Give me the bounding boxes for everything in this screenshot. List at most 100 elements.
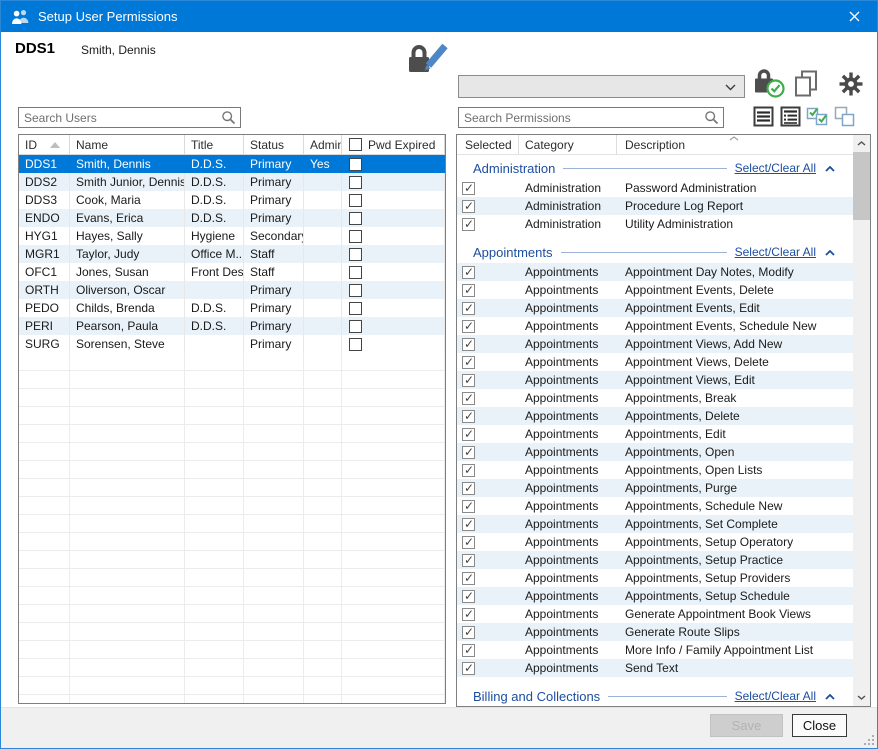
pwd-expired-checkbox[interactable]: [349, 176, 362, 189]
column-header-status[interactable]: Status: [244, 135, 304, 155]
permission-checkbox[interactable]: [462, 374, 475, 387]
permission-row[interactable]: AppointmentsAppointments, Setup Practice: [457, 551, 853, 569]
permission-checkbox[interactable]: [462, 266, 475, 279]
permission-checkbox[interactable]: [462, 482, 475, 495]
permission-row[interactable]: AppointmentsAppointments, Delete: [457, 407, 853, 425]
permission-checkbox[interactable]: [462, 338, 475, 351]
gear-icon[interactable]: [839, 72, 863, 96]
collapse-group-icon[interactable]: [825, 694, 835, 700]
permission-row[interactable]: AppointmentsAppointment Views, Delete: [457, 353, 853, 371]
pwd-expired-checkbox[interactable]: [349, 230, 362, 243]
permission-checkbox[interactable]: [462, 518, 475, 531]
scroll-down-icon[interactable]: [853, 689, 870, 706]
resize-grip[interactable]: [864, 735, 874, 745]
user-row[interactable]: DDS2Smith Junior, DennisD.D.S.Primary: [19, 173, 445, 191]
column-header-admin[interactable]: Admin: [304, 135, 342, 155]
permission-row[interactable]: AppointmentsAppointments, Purge: [457, 479, 853, 497]
save-button[interactable]: Save: [710, 714, 783, 737]
permission-row[interactable]: AppointmentsAppointment Events, Schedule…: [457, 317, 853, 335]
column-header-title[interactable]: Title: [185, 135, 244, 155]
close-icon[interactable]: [831, 1, 877, 32]
permission-checkbox[interactable]: [462, 428, 475, 441]
collapse-group-icon[interactable]: [825, 250, 835, 256]
permission-row[interactable]: AppointmentsAppointment Views, Edit: [457, 371, 853, 389]
permission-row[interactable]: AppointmentsMore Info / Family Appointme…: [457, 641, 853, 659]
permission-checkbox[interactable]: [462, 392, 475, 405]
collapse-group-icon[interactable]: [825, 166, 835, 172]
pwd-expired-checkbox[interactable]: [349, 338, 362, 351]
permission-checkbox[interactable]: [462, 662, 475, 675]
pwd-expired-checkbox[interactable]: [349, 158, 362, 171]
pwd-expired-checkbox[interactable]: [349, 284, 362, 297]
column-header-category[interactable]: Category: [519, 135, 617, 155]
permission-row[interactable]: AppointmentsAppointments, Setup Provider…: [457, 569, 853, 587]
permission-checkbox[interactable]: [462, 572, 475, 585]
permission-checkbox[interactable]: [462, 410, 475, 423]
vertical-scrollbar[interactable]: [853, 135, 870, 706]
user-row[interactable]: PEDOChilds, BrendaD.D.S.Primary: [19, 299, 445, 317]
permission-row[interactable]: AppointmentsAppointments, Break: [457, 389, 853, 407]
permission-row[interactable]: AppointmentsAppointments, Open: [457, 443, 853, 461]
permission-checkbox[interactable]: [462, 644, 475, 657]
permission-checkbox[interactable]: [462, 302, 475, 315]
user-row[interactable]: DDS1Smith, DennisD.D.S.PrimaryYes: [19, 155, 445, 173]
pwd-expired-checkbox[interactable]: [349, 212, 362, 225]
close-button[interactable]: Close: [792, 714, 847, 737]
expand-groups-icon[interactable]: [780, 106, 801, 127]
permission-row[interactable]: AppointmentsGenerate Appointment Book Vi…: [457, 605, 853, 623]
select-clear-all-link[interactable]: Select/Clear All: [735, 245, 816, 259]
user-row[interactable]: MGR1Taylor, JudyOffice M...Staff: [19, 245, 445, 263]
permission-checkbox[interactable]: [462, 446, 475, 459]
permission-checkbox[interactable]: [462, 182, 475, 195]
lock-verified-icon[interactable]: [752, 66, 785, 98]
permission-row[interactable]: AppointmentsAppointment Events, Delete: [457, 281, 853, 299]
permission-row[interactable]: AdministrationPassword Administration: [457, 179, 853, 197]
permission-checkbox[interactable]: [462, 218, 475, 231]
permission-checkbox[interactable]: [462, 626, 475, 639]
permission-checkbox[interactable]: [462, 200, 475, 213]
permission-row[interactable]: AppointmentsAppointments, Setup Operator…: [457, 533, 853, 551]
pwd-expired-checkbox[interactable]: [349, 320, 362, 333]
user-row[interactable]: DDS3Cook, MariaD.D.S.Primary: [19, 191, 445, 209]
permission-checkbox[interactable]: [462, 284, 475, 297]
select-clear-all-link[interactable]: Select/Clear All: [735, 689, 816, 703]
column-header-pwd-expired[interactable]: Pwd Expired: [342, 135, 445, 155]
column-header-selected[interactable]: Selected: [457, 135, 519, 155]
permission-checkbox[interactable]: [462, 608, 475, 621]
permission-row[interactable]: AdministrationUtility Administration: [457, 215, 853, 233]
permission-checkbox[interactable]: [462, 320, 475, 333]
permission-checkbox[interactable]: [462, 500, 475, 513]
permission-row[interactable]: AppointmentsAppointments, Setup Schedule: [457, 587, 853, 605]
select-clear-all-link[interactable]: Select/Clear All: [735, 161, 816, 175]
permission-row[interactable]: AppointmentsAppointment Views, Add New: [457, 335, 853, 353]
pwd-expired-checkbox[interactable]: [349, 194, 362, 207]
password-lock-pencil-icon[interactable]: [405, 42, 449, 76]
permission-row[interactable]: AppointmentsAppointment Day Notes, Modif…: [457, 263, 853, 281]
column-header-id[interactable]: ID: [19, 135, 70, 155]
user-row[interactable]: HYG1Hayes, SallyHygieneSecondary: [19, 227, 445, 245]
permission-row[interactable]: AppointmentsAppointments, Open Lists: [457, 461, 853, 479]
permission-checkbox[interactable]: [462, 590, 475, 603]
permission-checkbox[interactable]: [462, 464, 475, 477]
collapse-groups-icon[interactable]: [753, 106, 774, 127]
pwd-expired-checkbox[interactable]: [349, 248, 362, 261]
permission-checkbox[interactable]: [462, 536, 475, 549]
clear-all-checkboxes-icon[interactable]: [834, 106, 855, 127]
pwd-expired-checkbox[interactable]: [349, 266, 362, 279]
user-row[interactable]: ORTHOliverson, OscarPrimary: [19, 281, 445, 299]
user-row[interactable]: OFC1Jones, SusanFront DeskStaff: [19, 263, 445, 281]
permission-row[interactable]: AppointmentsAppointments, Edit: [457, 425, 853, 443]
column-header-name[interactable]: Name: [70, 135, 185, 155]
user-row[interactable]: ENDOEvans, EricaD.D.S.Primary: [19, 209, 445, 227]
copy-icon[interactable]: [794, 70, 818, 98]
scrollbar-thumb[interactable]: [853, 152, 870, 220]
permission-row[interactable]: AppointmentsAppointment Events, Edit: [457, 299, 853, 317]
permission-row[interactable]: AppointmentsAppointments, Schedule New: [457, 497, 853, 515]
permission-profile-dropdown[interactable]: [458, 75, 745, 98]
pwd-expired-checkbox[interactable]: [349, 302, 362, 315]
scroll-up-icon[interactable]: [853, 135, 870, 152]
permission-row[interactable]: AppointmentsSend Text: [457, 659, 853, 677]
pwd-expired-header-checkbox[interactable]: [349, 138, 362, 151]
search-permissions-input[interactable]: [458, 107, 724, 128]
user-row[interactable]: PERIPearson, PaulaD.D.S.Primary: [19, 317, 445, 335]
